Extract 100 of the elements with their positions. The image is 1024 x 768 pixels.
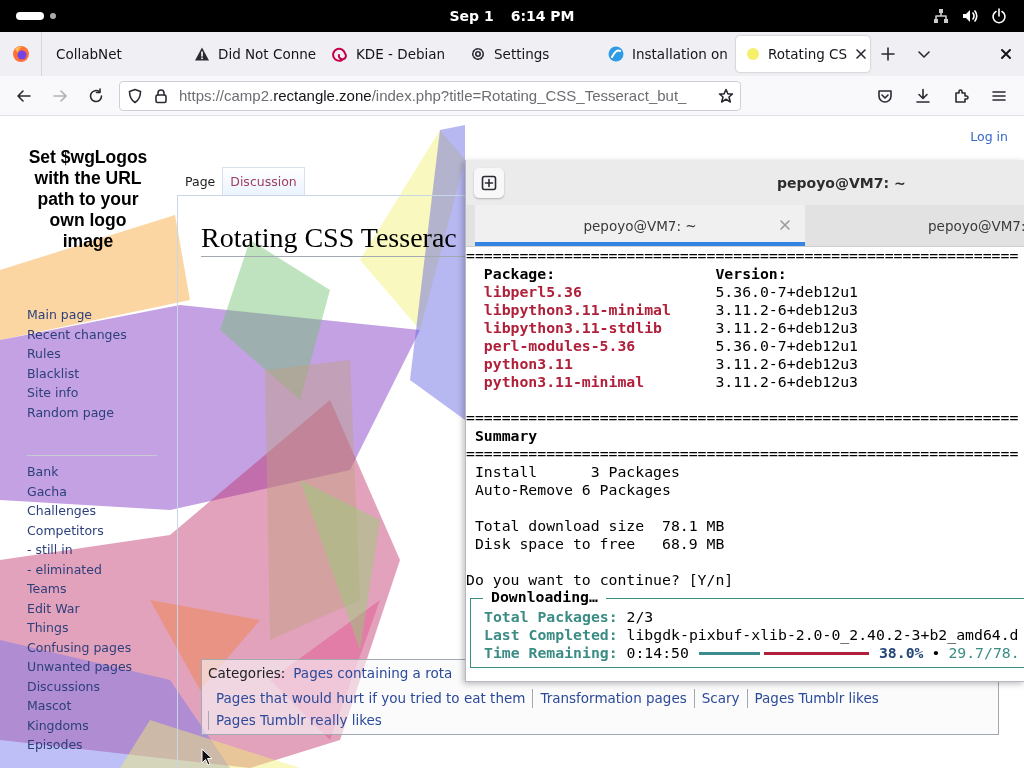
shield-icon[interactable] — [127, 87, 143, 104]
browser-tab[interactable]: Installation on — [594, 36, 732, 72]
progress-percent: 38.0% — [878, 644, 924, 662]
sidebar-link[interactable]: Teams — [27, 579, 67, 599]
package-name: python3.11 — [483, 355, 574, 373]
sidebar-link[interactable]: Rules — [27, 344, 61, 364]
url-text: https://camp2.rectangle.zone/index.php?title=Rotating_CSS_Tesseract_but_ — [179, 87, 687, 104]
favicon-dot-icon — [746, 47, 760, 61]
forward-icon — [52, 87, 68, 104]
sidebar-link[interactable]: Kingdoms — [27, 715, 89, 735]
sidebar-link[interactable]: Unwanted pages — [27, 657, 133, 677]
package-name: perl-modules-5.36 — [483, 337, 637, 355]
terminal-line: Auto-Remove 6 Packages — [473, 481, 672, 499]
section-heading: Summary — [473, 427, 539, 445]
power-icon[interactable] — [991, 8, 1007, 24]
sidebar-link[interactable]: Random page — [27, 402, 114, 422]
sidebar-link[interactable]: Main page — [27, 305, 93, 325]
sidebar-link[interactable]: - still in — [27, 540, 73, 560]
package-version: 3.11.2-6+deb12u3 — [715, 319, 858, 337]
address-field[interactable]: https://camp2.rectangle.zone/index.php?title=Rotating_CSS_Tesseract_but_ — [119, 80, 741, 111]
package-version: 3.11.2-6+deb12u3 — [715, 373, 858, 391]
settings-icon — [470, 46, 486, 62]
panel-title: Downloading… — [483, 588, 606, 606]
sidebar-link[interactable]: Discussions — [27, 676, 100, 696]
reload-icon — [88, 87, 104, 104]
sidebar-link[interactable]: Competitors — [27, 520, 104, 540]
category-link[interactable]: Pages Tumblr likes — [746, 689, 886, 708]
sidebar-link[interactable]: Mascot — [27, 696, 72, 716]
circle-logo-icon — [608, 46, 624, 62]
sidebar-link[interactable]: Things — [27, 618, 69, 638]
volume-icon[interactable] — [961, 8, 979, 24]
category-link[interactable]: Transformation pages — [532, 689, 694, 708]
category-link[interactable]: Pages Tumblr really likes — [208, 711, 389, 730]
cursor-icon — [201, 748, 213, 766]
page-tab[interactable]: Discussion — [222, 167, 305, 195]
package-version: 3.11.2-6+deb12u3 — [715, 301, 858, 319]
new-tab-button[interactable] — [474, 167, 504, 198]
field-label: Time Remaining: — [484, 644, 618, 662]
field-value: 2/3 — [626, 608, 654, 626]
sidebar-link[interactable]: - eliminated — [27, 559, 102, 579]
sidebar-link[interactable]: Recent changes — [27, 324, 127, 344]
window-title: pepoyo@VM7: ~ — [777, 174, 906, 191]
package-version: 3.11.2-6+deb12u3 — [715, 355, 858, 373]
pocket-icon — [877, 87, 893, 104]
plus-icon — [881, 47, 895, 61]
sidebar-link[interactable]: Gacha — [27, 481, 67, 501]
category-link[interactable]: Pages containing a rota — [293, 664, 460, 683]
sidebar-link[interactable]: Episodes — [27, 735, 83, 755]
sidebar-link[interactable]: Site info — [27, 383, 79, 403]
lock-icon[interactable] — [153, 87, 169, 104]
page-tab[interactable]: Page — [178, 174, 223, 195]
clock-date[interactable]: Sep 1 — [449, 8, 494, 24]
terminal-line: Disk space to free 68.9 MB — [473, 535, 726, 553]
browser-tab[interactable]: KDE - Debian — [318, 36, 456, 72]
browser-tab[interactable]: Settings — [456, 36, 594, 72]
warning-icon — [194, 46, 210, 62]
prompt-line: Do you want to continue? [Y/n] — [466, 571, 735, 589]
package-version: 5.36.0-7+deb12u1 — [715, 337, 858, 355]
browser-tab[interactable]: Did Not Conne — [180, 36, 318, 72]
package-name: libpython3.11-minimal — [483, 301, 672, 319]
network-icon[interactable] — [933, 8, 949, 24]
puzzle-icon — [953, 87, 969, 104]
terminal-line: Total download size 78.1 MB — [473, 517, 726, 535]
field-value: 0:14:50 — [626, 644, 689, 662]
terminal-tab[interactable]: pepoyo@VM7: — [805, 205, 1024, 246]
sidebar-link[interactable]: Edit War — [27, 598, 80, 618]
separator-line: ============================================================== — [466, 445, 1020, 463]
field-label: Total Packages: — [484, 608, 618, 626]
download-size: 29.7/78. — [948, 644, 1020, 662]
close-icon — [1000, 48, 1012, 60]
close-icon[interactable] — [855, 48, 868, 60]
clock-time[interactable]: 6:14 PM — [510, 8, 575, 24]
workspace-dot[interactable] — [50, 13, 56, 19]
terminal-tab[interactable]: pepoyo@VM7: ~ — [475, 205, 805, 246]
terminal-line: Install 3 Packages — [473, 463, 681, 481]
sidebar-link[interactable]: Blacklist — [27, 363, 80, 383]
sidebar-link[interactable]: Confusing pages — [27, 637, 132, 657]
browser-tab[interactable]: CollabNet — [42, 36, 180, 72]
package-version: 5.36.0-7+deb12u1 — [715, 283, 858, 301]
browser-tab[interactable]: Rotating CS — [736, 36, 870, 72]
package-name: libpython3.11-stdlib — [483, 319, 663, 337]
separator-dot: • — [931, 644, 941, 662]
sidebar-link[interactable]: Bank — [27, 462, 59, 482]
field-label: Last Completed: — [484, 626, 618, 644]
package-name: libperl5.36 — [483, 283, 583, 301]
category-link[interactable]: Pages that would hurt if you tried to eat them — [208, 689, 533, 708]
download-icon — [915, 87, 931, 104]
categories-label[interactable]: Categories: — [208, 664, 286, 683]
category-link[interactable]: Scary — [693, 689, 747, 708]
plus-box-icon — [481, 174, 497, 191]
logo-text[interactable]: Set $wgLogos with the URL path to your own logo image — [24, 147, 152, 252]
field-value: libgdk-pixbuf-xlib-2.0-0_2.40.2-3+b2_amd64.d — [626, 626, 1019, 644]
browser-logo-icon[interactable] — [11, 45, 30, 63]
star-icon[interactable] — [718, 87, 734, 104]
package-name: python3.11-minimal — [483, 373, 646, 391]
sidebar-link[interactable]: Challenges — [27, 501, 96, 521]
swirl-icon — [332, 46, 348, 62]
workspace-indicator[interactable] — [16, 12, 44, 20]
separator-line: ============================================================== — [466, 409, 1020, 427]
login-link[interactable]: Log in — [970, 129, 1008, 144]
